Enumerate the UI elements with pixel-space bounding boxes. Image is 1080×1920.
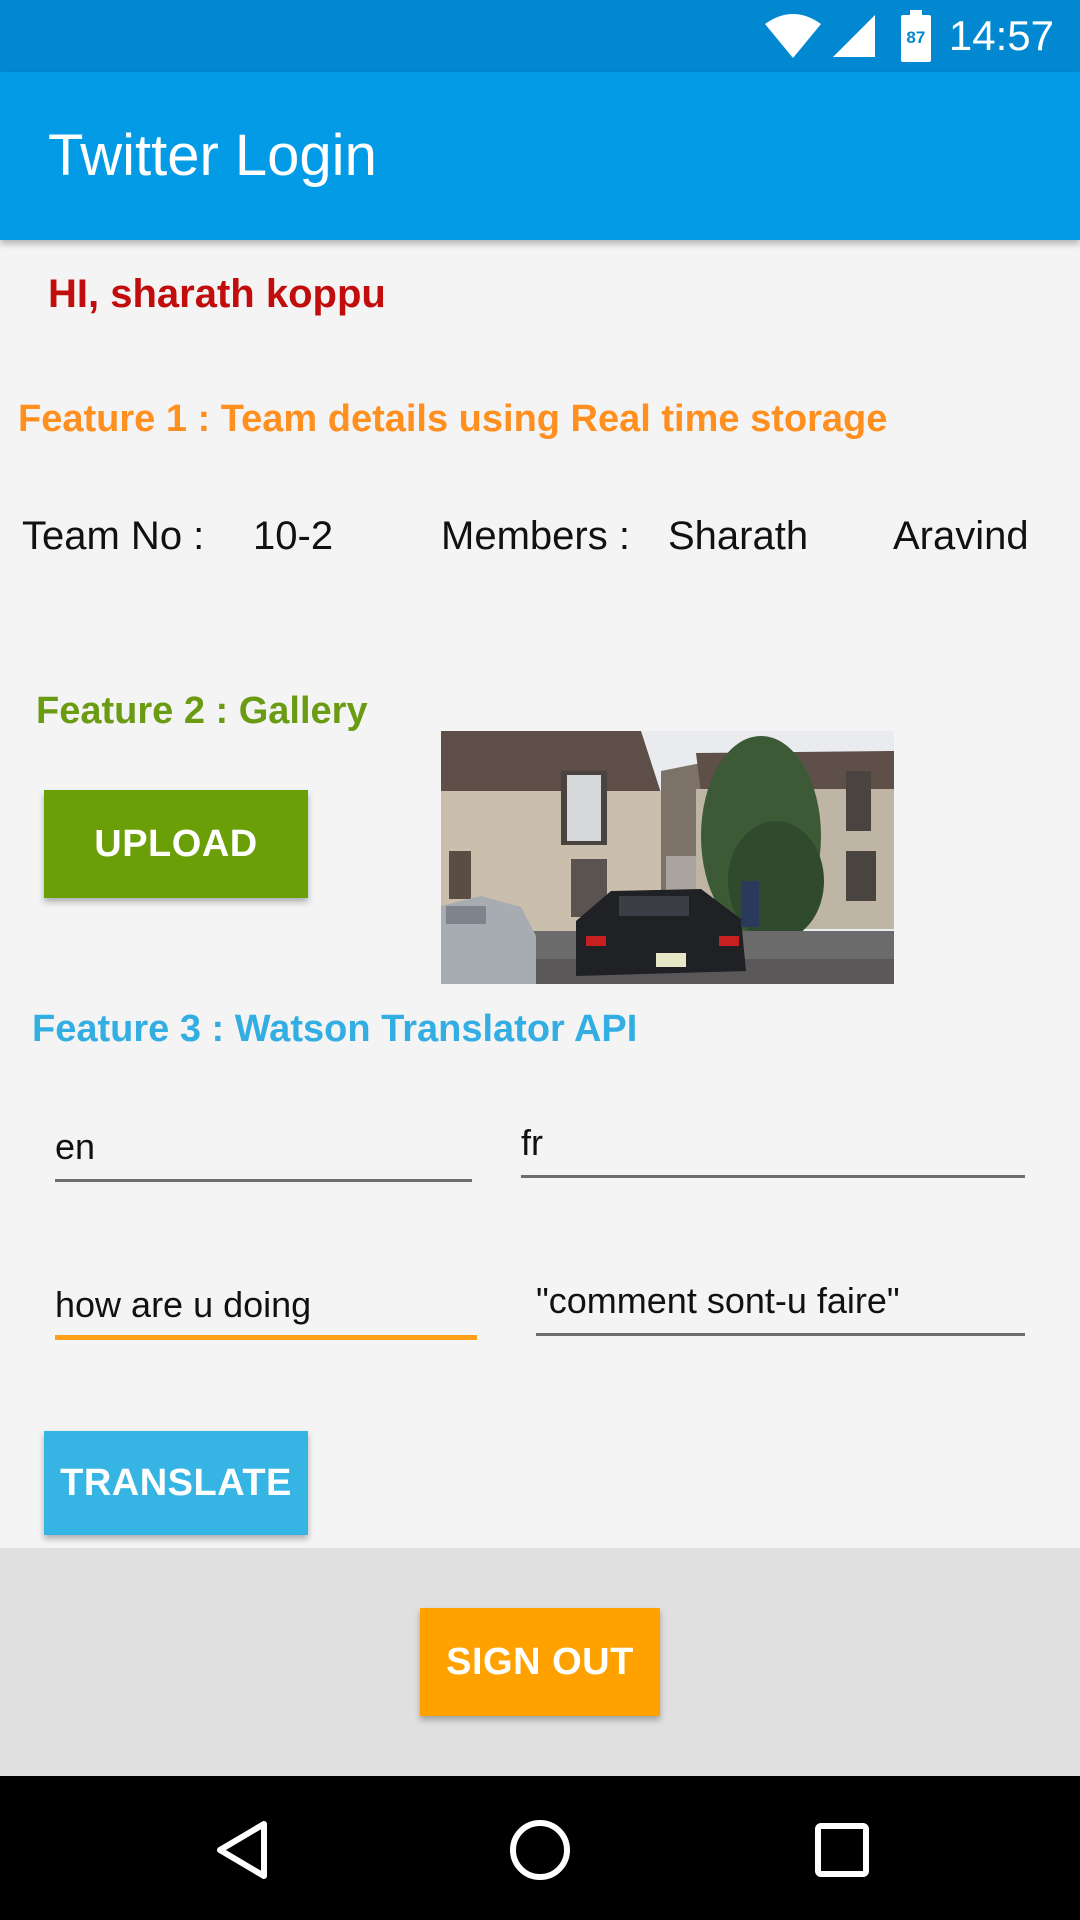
translated-text-value: "comment sont-u faire" — [536, 1280, 900, 1321]
member-name-1: Sharath — [668, 514, 809, 558]
battery-level-text: 87 — [906, 28, 926, 47]
members-label: Members : — [441, 514, 630, 558]
source-language-value: en — [55, 1126, 96, 1167]
translated-text-underline — [536, 1333, 1025, 1336]
sign-out-button[interactable]: SIGN OUT — [420, 1608, 660, 1716]
feature3-heading: Feature 3 : Watson Translator API — [32, 1008, 638, 1050]
status-bar: 87 14:57 — [0, 0, 1080, 72]
translated-text-field[interactable]: "comment sont-u faire" — [536, 1274, 1025, 1336]
signal-icon — [831, 13, 877, 59]
status-icons: 87 14:57 — [763, 0, 1080, 72]
status-time: 14:57 — [948, 12, 1054, 59]
gallery-image — [441, 731, 894, 984]
battery-icon: 87 — [900, 10, 931, 62]
team-no-label: Team No : — [22, 514, 205, 558]
app-title: Twitter Login — [48, 123, 377, 188]
member-name-2: Aravind — [893, 514, 1029, 558]
team-no-value: 10-2 — [253, 514, 334, 558]
source-language-field[interactable]: en — [55, 1120, 472, 1182]
feature2-heading: Feature 2 : Gallery — [36, 690, 368, 732]
source-text-input[interactable]: how are u doing — [55, 1274, 477, 1340]
target-language-field[interactable]: fr — [521, 1114, 1025, 1178]
greeting-text: HI, sharath koppu — [48, 272, 386, 316]
source-text-underline — [55, 1335, 477, 1340]
feature1-heading: Feature 1 : Team details using Real time… — [18, 398, 888, 440]
upload-button[interactable]: UPLOAD — [44, 790, 308, 898]
back-icon[interactable] — [214, 1820, 270, 1880]
wifi-icon — [763, 12, 823, 60]
target-language-value: fr — [521, 1122, 543, 1163]
home-icon[interactable] — [508, 1818, 572, 1882]
recents-icon[interactable] — [814, 1822, 870, 1878]
translate-button[interactable]: TRANSLATE — [44, 1431, 308, 1535]
app-bar: Twitter Login — [0, 72, 1080, 240]
source-text-value: how are u doing — [55, 1284, 312, 1325]
source-language-underline — [55, 1179, 472, 1182]
navigation-bar — [0, 1776, 1080, 1920]
target-language-underline — [521, 1175, 1025, 1178]
